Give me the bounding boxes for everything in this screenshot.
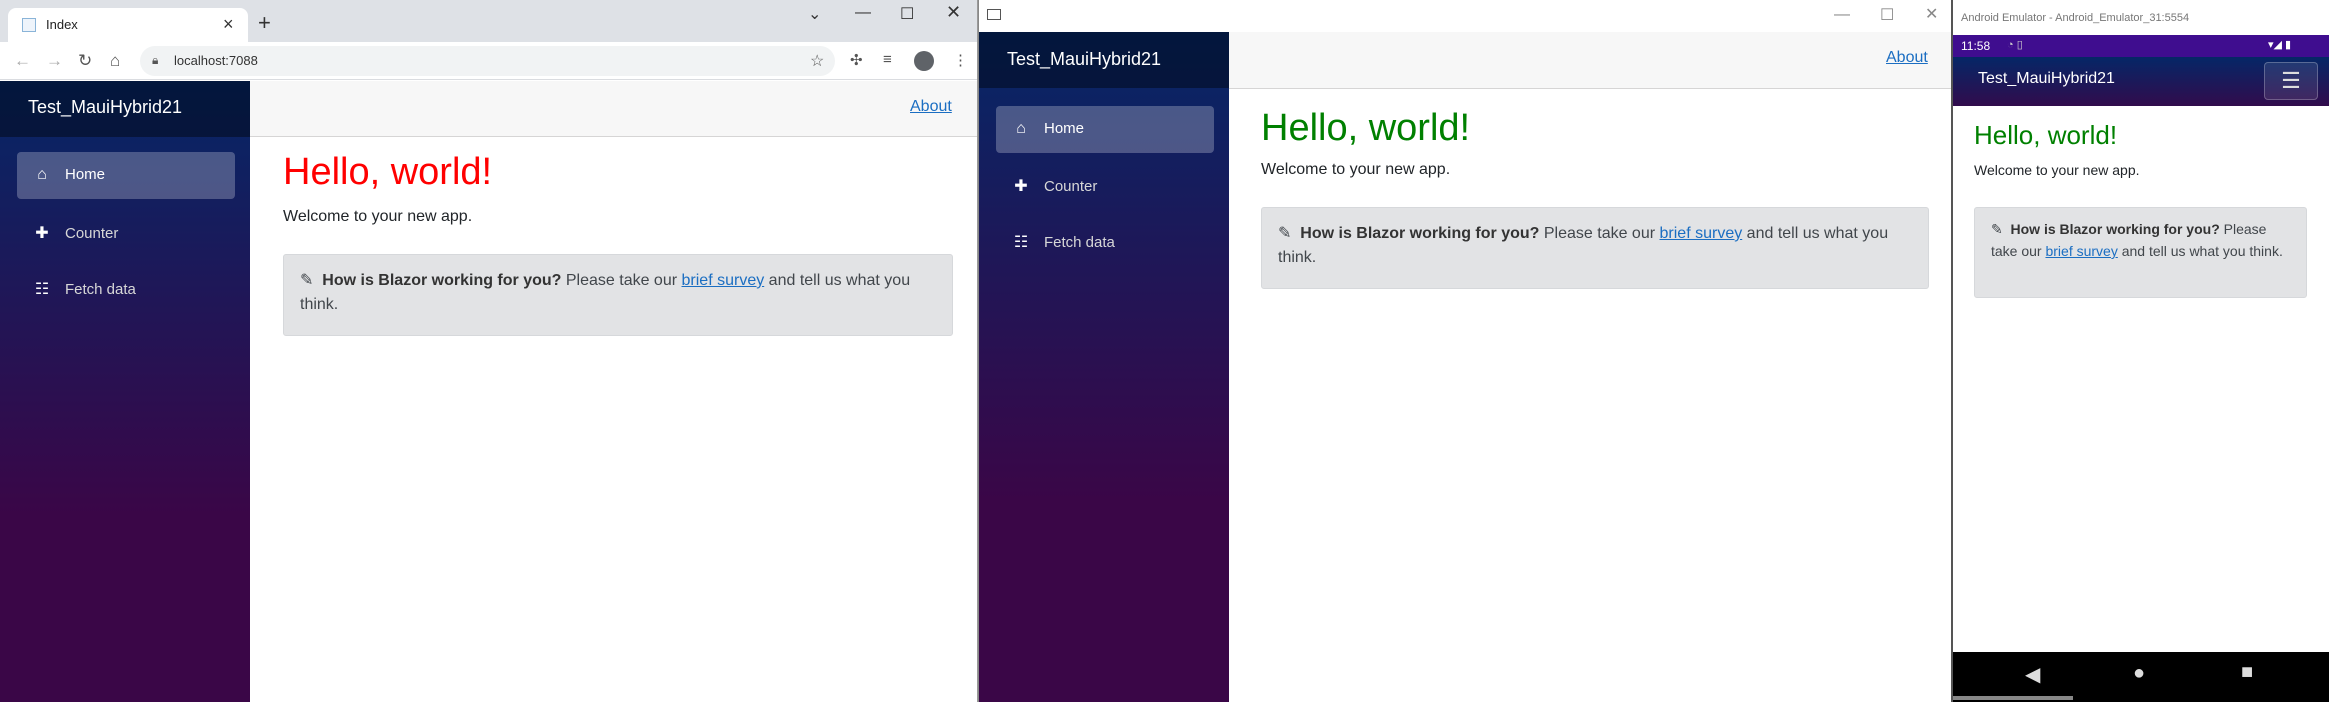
new-tab-icon[interactable]: + [258, 10, 271, 36]
survey-link[interactable]: brief survey [2045, 243, 2117, 259]
app-brand[interactable]: Test_MauiHybrid21 [0, 81, 250, 137]
page-title: Hello, world! [1974, 120, 2118, 150]
plus-icon: ✚ [1014, 178, 1028, 195]
sidebar-item-label: Home [65, 166, 106, 183]
window-title-bar: — ☐ ✕ [979, 0, 1951, 32]
scroll-indicator [1953, 696, 2073, 700]
sidebar-item-home[interactable]: ⌂ Home [17, 152, 235, 199]
minimize-icon[interactable]: — [1834, 6, 1850, 24]
sidebar-item-counter[interactable]: ✚ Counter [996, 162, 1214, 209]
survey-question: How is Blazor working for you? [322, 272, 562, 289]
emulator-title: Android Emulator - Android_Emulator_31:5… [1961, 12, 2190, 24]
tab-title: Index [46, 17, 78, 32]
sidebar: Test_MauiHybrid21 ⌂ Home ✚ Counter ☷ Fetch … [979, 32, 1229, 702]
sidebar-item-label: Fetch data [1044, 234, 1115, 251]
maui-desktop-window: — ☐ ✕ Test_MauiHybrid21 ⌂ Home ✚ Counter ☷… [978, 0, 1952, 702]
welcome-text: Welcome to your new app. [283, 208, 473, 225]
emulator-title-bar: Android Emulator - Android_Emulator_31:5… [1953, 0, 2329, 35]
about-link[interactable]: About [910, 98, 952, 116]
home-icon: ⌂ [1016, 120, 1026, 137]
app-window-icon [987, 9, 1001, 20]
close-window-icon[interactable]: ✕ [946, 2, 961, 23]
sidebar-item-label: Fetch data [65, 281, 136, 298]
sidebar-item-label: Home [1044, 120, 1085, 137]
mobile-header: Test_MauiHybrid21 ☰ [1953, 57, 2329, 106]
recents-nav-icon[interactable]: ■ [2241, 661, 2253, 684]
survey-prefix: Please take our [565, 272, 678, 289]
survey-prompt: ✎ How is Blazor working for you? Please … [1261, 207, 1929, 289]
forward-icon[interactable]: → [46, 51, 63, 71]
back-icon[interactable]: ← [14, 51, 31, 71]
clock: 11:58 [1961, 39, 1991, 53]
profile-avatar-icon[interactable] [914, 51, 934, 71]
extensions-icon[interactable]: ✣ [850, 51, 863, 69]
bookmark-star-icon[interactable]: ☆ [810, 51, 824, 71]
list-icon: ☷ [1013, 234, 1029, 251]
survey-prefix: Please take our [1543, 225, 1656, 242]
survey-suffix: and tell us what you think. [2121, 243, 2283, 259]
sidebar-item-fetch-data[interactable]: ☷ Fetch data [17, 265, 235, 312]
android-emulator-window: Android Emulator - Android_Emulator_31:5… [1952, 0, 2329, 702]
signal-battery-icon: ▾◢ ▮ [2268, 39, 2292, 51]
sidebar-item-home[interactable]: ⌂ Home [996, 106, 1214, 153]
status-bar: 11:58 ◔ ▯ ▾◢ ▮ [1953, 35, 2329, 57]
app-brand[interactable]: Test_MauiHybrid21 [1978, 70, 2115, 88]
reading-list-icon[interactable]: ≡ [883, 51, 892, 68]
android-nav-bar: ◀ ● ■ [1953, 652, 2329, 702]
sidebar: Test_MauiHybrid21 ⌂ Home ✚ Counter ☷ Fetch … [0, 81, 250, 702]
survey-link[interactable]: brief survey [682, 272, 765, 289]
sidebar-item-label: Counter [65, 225, 119, 242]
page-title: Hello, world! [283, 151, 493, 193]
maximize-icon[interactable]: ☐ [900, 4, 914, 24]
pencil-icon: ✎ [1278, 225, 1292, 242]
address-bar[interactable]: 🔒︎ localhost:7088 ☆ [140, 46, 835, 76]
hamburger-menu-icon[interactable]: ☰ [2264, 62, 2318, 100]
minimize-icon[interactable]: — [855, 4, 871, 22]
sidebar-item-fetch-data[interactable]: ☷ Fetch data [996, 218, 1214, 265]
back-nav-icon[interactable]: ◀ [2025, 662, 2040, 687]
top-row: About [250, 81, 977, 137]
home-button-icon[interactable]: ⌂ [110, 51, 120, 71]
tab-search-icon[interactable]: ⌄ [808, 4, 821, 24]
welcome-text: Welcome to your new app. [1261, 161, 1451, 178]
survey-question: How is Blazor working for you? [1300, 225, 1540, 242]
about-link[interactable]: About [1886, 49, 1928, 67]
page-title: Hello, world! [1261, 107, 1471, 149]
app-brand[interactable]: Test_MauiHybrid21 [979, 32, 1229, 88]
plus-icon: ✚ [35, 225, 49, 242]
sidebar-item-counter[interactable]: ✚ Counter [17, 209, 235, 256]
survey-prompt: ✎ How is Blazor working for you? Please … [283, 254, 953, 336]
home-nav-icon[interactable]: ● [2133, 662, 2145, 685]
maximize-icon[interactable]: ☐ [1880, 5, 1894, 25]
list-icon: ☷ [34, 281, 50, 298]
close-tab-icon[interactable]: × [223, 14, 234, 35]
pencil-icon: ✎ [1991, 221, 2003, 237]
survey-question: How is Blazor working for you? [2010, 221, 2220, 237]
browser-toolbar: ← → ↻ ⌂ 🔒︎ localhost:7088 ☆ ✣ ≡ ⋮ [0, 42, 977, 80]
top-row: About [1229, 32, 1951, 89]
notification-icons: ◔ ▯ [2007, 39, 2023, 51]
close-window-icon[interactable]: ✕ [1925, 4, 1938, 24]
menu-kebab-icon[interactable]: ⋮ [953, 51, 968, 69]
survey-link[interactable]: brief survey [1660, 225, 1743, 242]
home-icon: ⌂ [37, 166, 47, 183]
pencil-icon: ✎ [300, 272, 314, 289]
tab-strip: Index × + ⌄ — ☐ ✕ [0, 0, 977, 42]
sidebar-item-label: Counter [1044, 178, 1098, 195]
lock-icon: 🔒︎ [152, 53, 159, 67]
chrome-window: Index × + ⌄ — ☐ ✕ ← → ↻ ⌂ 🔒︎ localhost:7… [0, 0, 978, 702]
welcome-text: Welcome to your new app. [1974, 162, 2140, 178]
url-text[interactable]: localhost:7088 [174, 53, 258, 68]
survey-prompt: ✎ How is Blazor working for you? Please … [1974, 207, 2307, 298]
page-icon [22, 18, 36, 32]
browser-tab[interactable]: Index × [8, 8, 248, 42]
reload-icon[interactable]: ↻ [78, 51, 92, 71]
